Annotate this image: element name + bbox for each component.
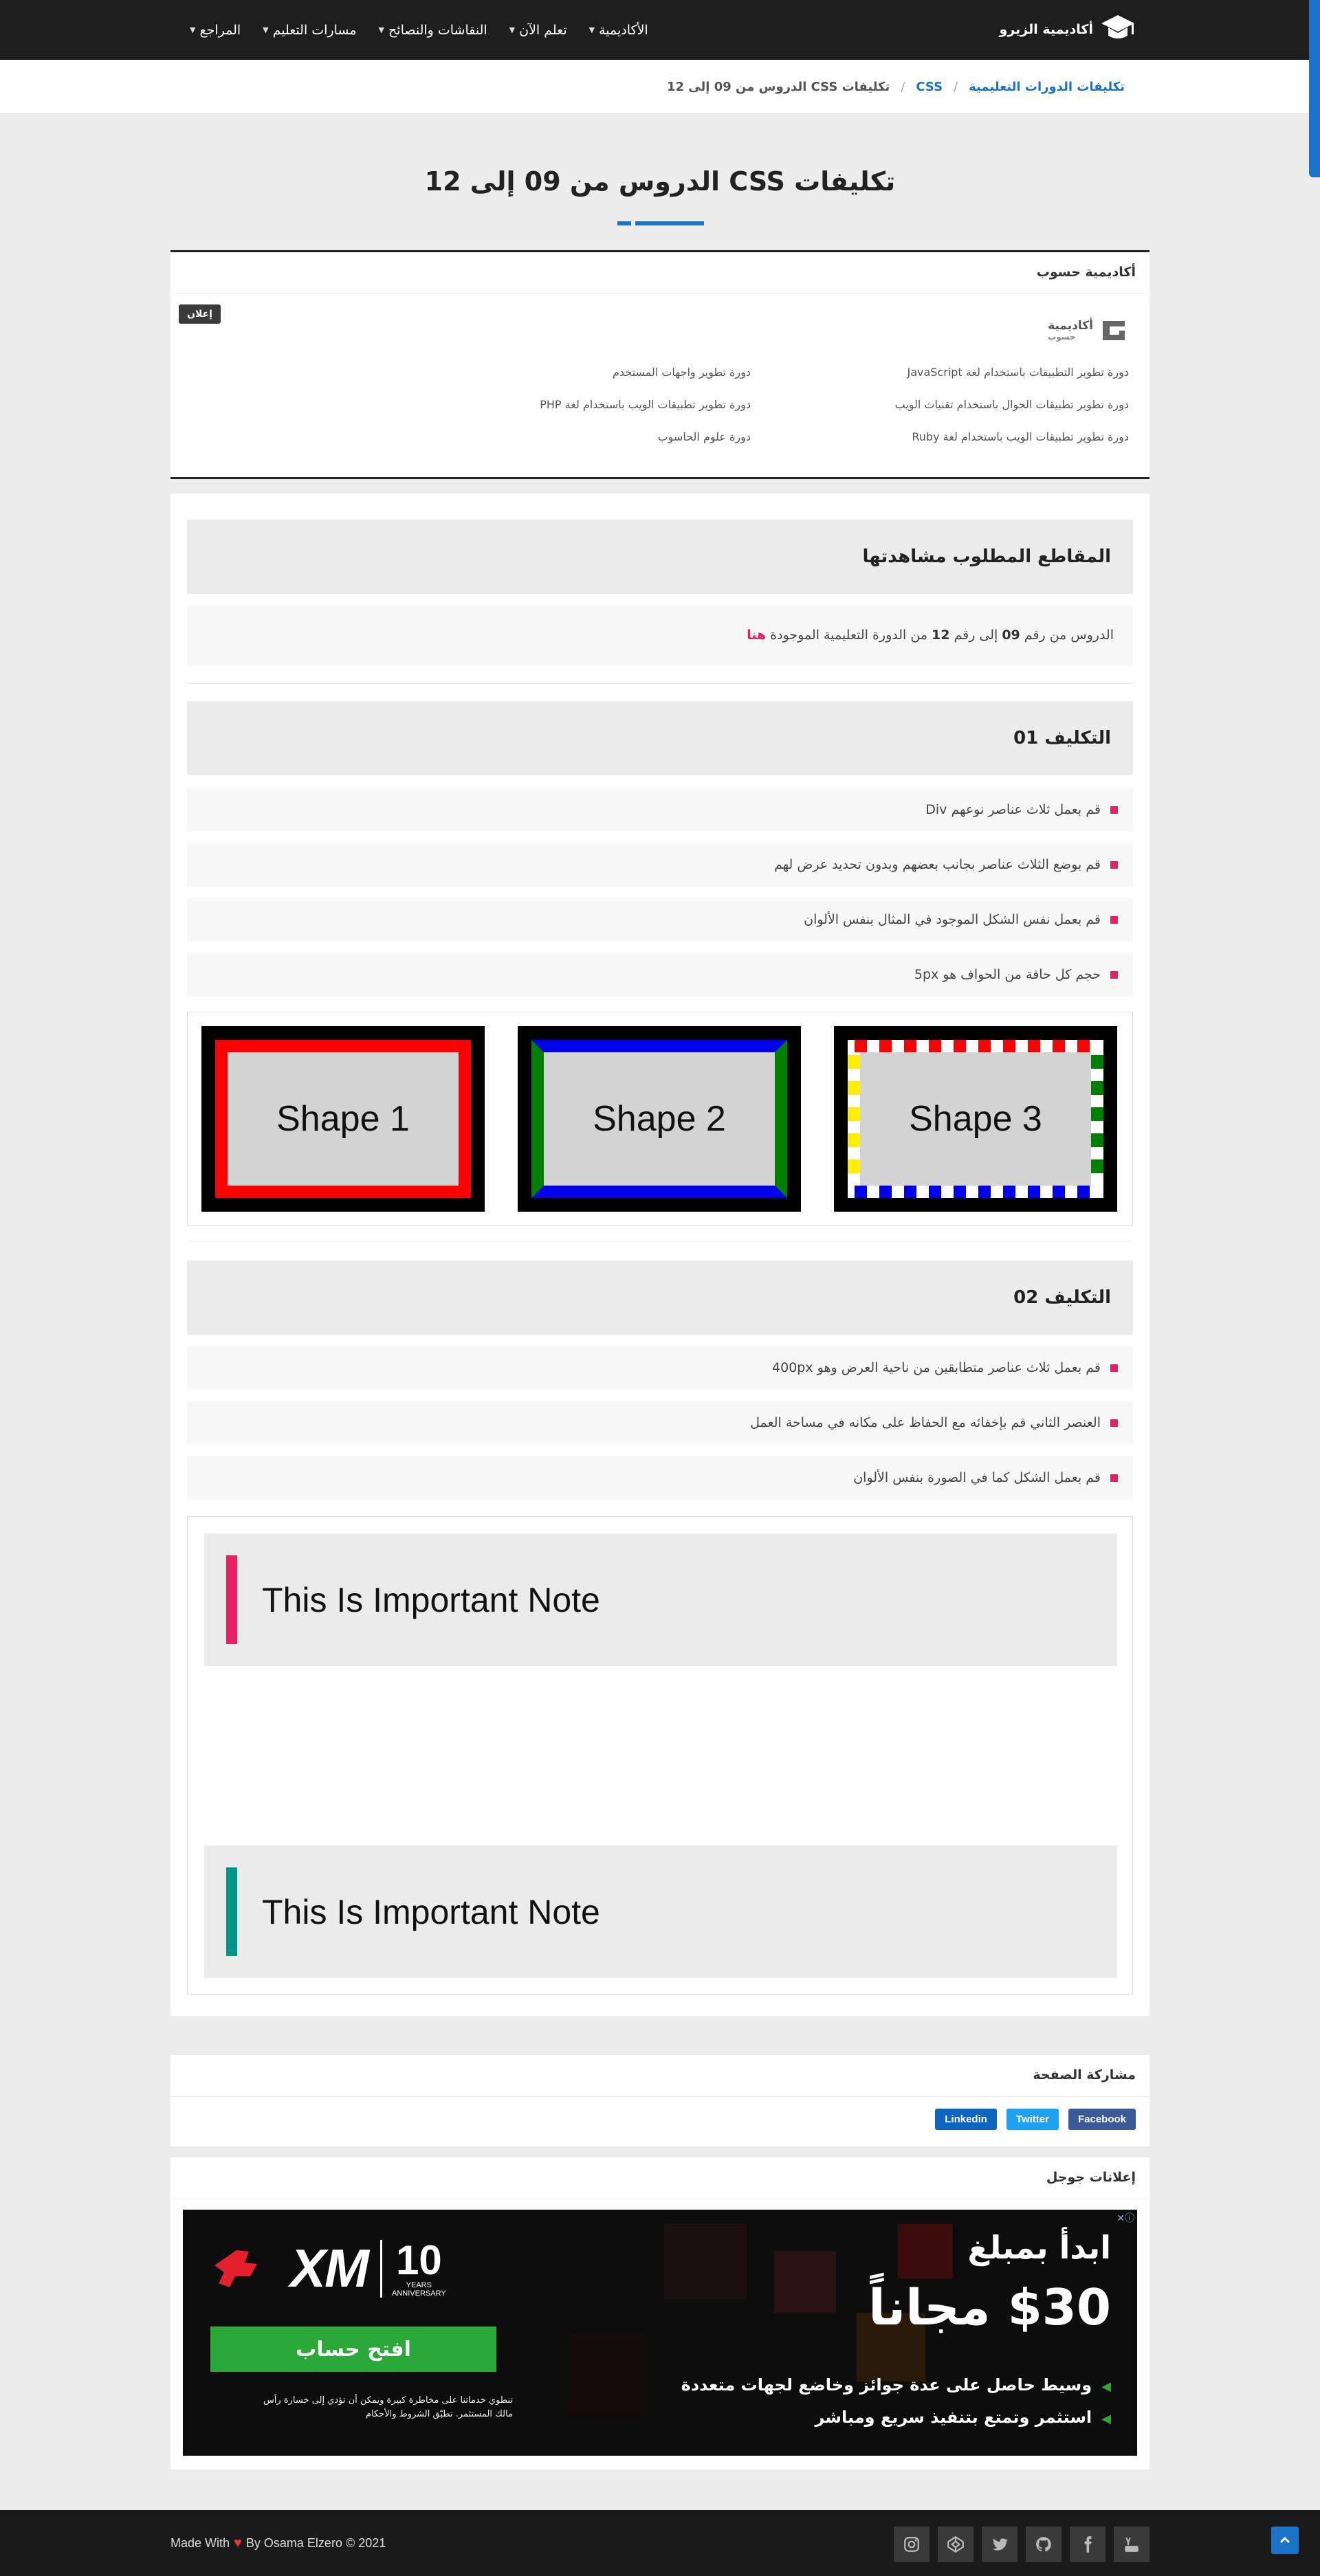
sponsor-box: أكاديمية حسوب إعلان أكاديمية حسوب دورة ت… [170,250,1150,479]
task-2-item: قم بعمل ثلاث عناصر متطابقين من ناحية الع… [187,1346,1133,1390]
main-menu: الأكاديمية ▼ تعلم الآن ▼ النقاشات والنصائح… [190,0,648,60]
main-content: المقاطع المطلوب مشاهدتها الدروس من رقم 0… [170,493,1150,2016]
important-note-1: This Is Important Note [204,1533,1117,1666]
course-link[interactable]: دورة تطوير واجهات المستخدم [373,366,751,379]
shape-3: Shape 3 [834,1026,1117,1212]
footer-credit: Made With ♥ By Osama Elzero © 2021 [170,2535,386,2551]
top-navbar: أكاديمية الزيرو الأكاديمية ▼ تعلم الآن ▼ ا… [0,0,1320,60]
task-2-item: العنصر الثاني قم بإخفائه مع الحفاظ على م… [187,1401,1133,1445]
linkedin-share-button[interactable]: Linkedin [935,2109,997,2130]
graduation-cap-icon [1101,15,1134,38]
course-link[interactable]: دورة تطوير تطبيقات الويب باستخدام لغة PH… [373,398,751,411]
ad-headline-2: $30 مجاناً [868,2278,1111,2336]
google-ads-box: إعلانات جوجل ⓘ✕ XM 10 YEARS ANNIVERSARY … [170,2157,1150,2469]
ad-close-icon[interactable]: ⓘ✕ [1116,2211,1134,2225]
bullet-square-icon [1110,1364,1118,1372]
notes-demo: This Is Important Note This Is Important… [187,1516,1133,1995]
shape-1: Shape 1 [201,1026,485,1212]
scrollbar-thumb[interactable] [1309,0,1320,177]
site-logo[interactable]: أكاديمية الزيرو [1000,12,1136,47]
course-link[interactable]: دورة تطوير تطبيقات الجوال باستخدام تقنيا… [751,398,1129,411]
nav-item-academy[interactable]: الأكاديمية ▼ [589,23,648,38]
page-title: تكليفات CSS الدروس من 09 إلى 12 [424,166,896,197]
chevron-down-icon: ▼ [263,25,269,34]
bullet-square-icon [1110,970,1118,979]
footer: Made With ♥ By Osama Elzero © 2021 [0,2510,1320,2576]
breadcrumb-section-link[interactable]: CSS [916,80,943,94]
sponsor-heading: أكاديمية حسوب [1036,265,1136,280]
google-ads-heading: إعلانات جوجل [1046,2170,1136,2185]
risk-disclaimer: تنطوي خدماتنا على مخاطرة كبيرة ويمكن أن … [263,2395,513,2419]
hsoub-logo-icon [1103,321,1125,340]
task-1-item: حجم كل حافة من الحواف هو 5px [187,953,1133,997]
twitter-icon[interactable] [982,2527,1018,2562]
open-account-button[interactable]: افتح حساب [210,2327,496,2372]
chevron-down-icon: ▼ [588,25,595,34]
xm-horse-icon [214,2250,257,2287]
nav-item-references[interactable]: المراجع ▼ [190,23,241,38]
facebook-share-button[interactable]: Facebook [1068,2109,1136,2130]
triangle-left-icon: ◀ [1101,2411,1111,2426]
share-heading: مشاركة الصفحة [1033,2067,1136,2083]
logo-main-text: أكاديمية [1048,319,1093,333]
bullet-square-icon [1110,1474,1118,1482]
shapes-demo: Shape 1 Shape 2 Shape 3 [187,1012,1133,1226]
breadcrumb-current: تكليفات CSS الدروس من 09 إلى 12 [666,80,890,94]
breadcrumb: تكليفات الدورات التعليمية / CSS / تكليفا… [667,60,1125,114]
facebook-icon[interactable] [1070,2527,1106,2562]
bullet-square-icon [1110,806,1118,814]
triangle-left-icon: ◀ [1101,2379,1111,2394]
important-note-3: This Is Important Note [204,1845,1117,1978]
task-1-item: قم بعمل ثلاث عناصر نوعهم Div [187,788,1133,832]
chevron-down-icon: ▼ [378,25,385,34]
chevron-down-icon: ▼ [190,25,196,34]
nav-item-learn-now[interactable]: تعلم الآن ▼ [509,23,567,38]
bullet-square-icon [1110,915,1118,924]
share-buttons: Facebook Twitter Linkedin [935,2109,1136,2130]
videos-info: الدروس من رقم 09 إلى رقم 12 من الدورة ال… [187,605,1133,665]
ad-bullets: ◀وسيط حاصل على عدة جوائز وخاضع لجهات متع… [681,2375,1111,2427]
task-1-item: قم بوضع الثلاث عناصر بجانب بعضهم وبدون ت… [187,843,1133,887]
nav-item-learning-paths[interactable]: مسارات التعليم ▼ [263,23,356,38]
task-1-heading: التكليف 01 [187,701,1133,775]
github-icon[interactable] [1026,2527,1062,2562]
xm-logo: XM 10 YEARS ANNIVERSARY [209,2237,446,2300]
bullet-square-icon [1110,1419,1118,1427]
instagram-icon[interactable] [894,2527,930,2562]
breadcrumb-separator: / [954,80,958,94]
course-link[interactable]: دورة علوم الحاسوب [373,430,751,443]
bullet-square-icon [1110,860,1118,869]
title-underline [617,221,704,225]
chevron-down-icon: ▼ [509,25,516,34]
task-2-heading: التكليف 02 [187,1261,1133,1335]
breadcrumb-bar: تكليفات الدورات التعليمية / CSS / تكليفا… [0,60,1309,114]
note-accent-bar [226,1555,237,1644]
codepen-icon[interactable] [938,2527,974,2562]
nav-item-discussions[interactable]: النقاشات والنصائح ▼ [379,23,487,38]
logo-text: أكاديمية الزيرو [999,22,1093,37]
ad-badge: إعلان [179,304,221,324]
twitter-share-button[interactable]: Twitter [1006,2109,1059,2130]
breadcrumb-root-link[interactable]: تكليفات الدورات التعليمية [969,80,1125,94]
heart-icon: ♥ [234,2535,242,2551]
scroll-to-top-button[interactable] [1271,2527,1299,2554]
logo-sub-text: حسوب [1048,331,1076,342]
xm-ad-banner[interactable]: ⓘ✕ XM 10 YEARS ANNIVERSARY افتح حساب تنط… [183,2210,1137,2456]
task-1-item: قم بعمل نفس الشكل الموجود في المثال بنفس… [187,898,1133,942]
note-accent-bar [226,1867,237,1956]
share-box: مشاركة الصفحة Facebook Twitter Linkedin [170,2055,1150,2146]
videos-heading: المقاطع المطلوب مشاهدتها [187,520,1133,594]
course-here-link[interactable]: هنا [747,628,766,643]
breadcrumb-separator: / [901,80,905,94]
course-link[interactable]: دورة تطوير تطبيقات الويب باستخدام لغة Ru… [751,430,1129,443]
course-link[interactable]: دورة تطوير التطبيقات باستخدام لغة JavaSc… [751,366,1130,379]
hsoub-academy-logo[interactable]: أكاديمية حسوب [1048,317,1129,344]
shape-2: Shape 2 [518,1026,801,1212]
chevron-up-icon [1279,2536,1290,2544]
youtube-icon[interactable] [1114,2527,1150,2562]
course-list: دورة تطوير التطبيقات باستخدام لغة JavaSc… [373,366,1129,443]
social-links [894,2527,1150,2562]
ad-headline-1: ابدأ بمبلغ [967,2229,1111,2266]
task-2-item: قم بعمل الشكل كما في الصورة بنفس الألوان [187,1456,1133,1500]
